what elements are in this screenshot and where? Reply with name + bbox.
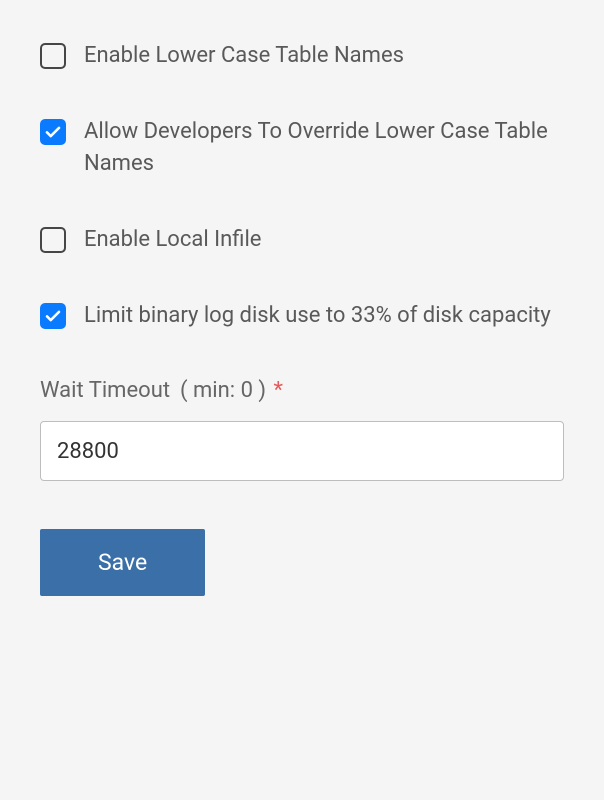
checkmark-icon [44, 307, 62, 325]
option-lower-case-label: Enable Lower Case Table Names [84, 40, 404, 72]
wait-timeout-input[interactable] [40, 421, 564, 481]
option-limit-binlog: Limit binary log disk use to 33% of disk… [40, 300, 564, 332]
wait-timeout-label: Wait Timeout [40, 375, 170, 407]
required-asterisk: * [274, 378, 283, 403]
option-limit-binlog-label: Limit binary log disk use to 33% of disk… [84, 300, 551, 332]
checkbox-local-infile[interactable] [40, 227, 66, 253]
checkbox-override-lower-case[interactable] [40, 119, 66, 145]
checkbox-lower-case[interactable] [40, 43, 66, 69]
save-button[interactable]: Save [40, 529, 205, 596]
checkmark-icon [44, 123, 62, 141]
wait-timeout-hint: ( min: 0 ) [180, 378, 266, 403]
option-override-lower-case: Allow Developers To Override Lower Case … [40, 116, 564, 180]
option-lower-case: Enable Lower Case Table Names [40, 40, 564, 72]
wait-timeout-label-row: Wait Timeout ( min: 0 ) * [40, 375, 564, 407]
option-override-lower-case-label: Allow Developers To Override Lower Case … [84, 116, 564, 180]
checkbox-limit-binlog[interactable] [40, 303, 66, 329]
option-local-infile: Enable Local Infile [40, 224, 564, 256]
option-local-infile-label: Enable Local Infile [84, 224, 261, 256]
